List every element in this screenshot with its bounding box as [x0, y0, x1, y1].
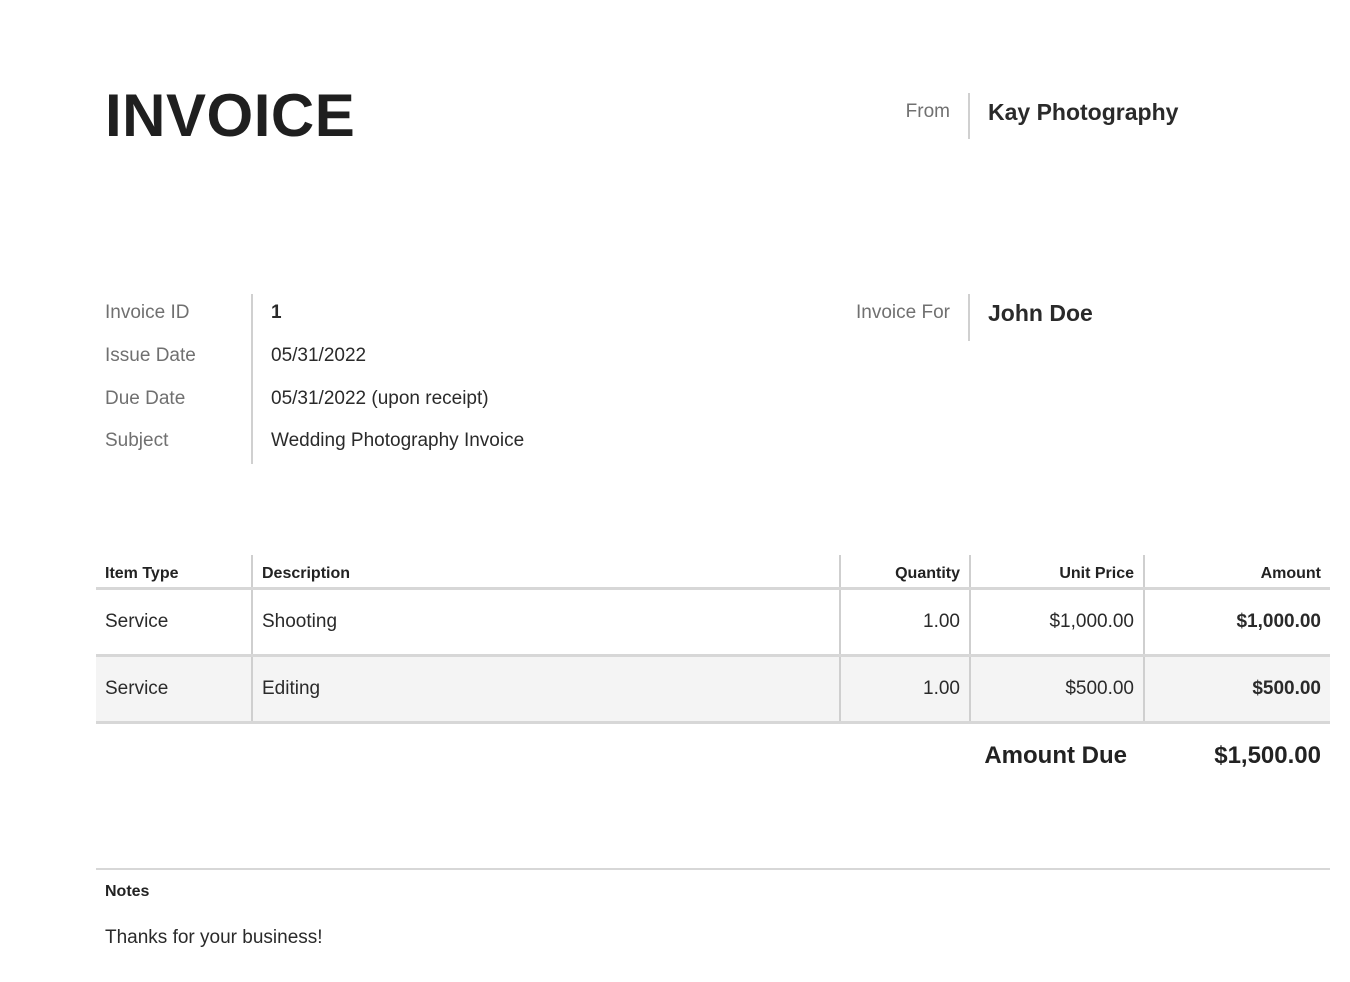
table-row: Service Editing 1.00 $500.00 $500.00: [96, 655, 1330, 724]
item-type-cell: Service: [96, 588, 252, 657]
line-items-table: Item Type Description Quantity Unit Pric…: [96, 555, 1330, 724]
from-label: From: [905, 101, 950, 122]
from-divider: [968, 93, 970, 139]
invoice-id-label: Invoice ID: [105, 302, 190, 323]
description-cell: Editing: [251, 655, 840, 724]
table-row: Service Shooting 1.00 $1,000.00 $1,000.0…: [96, 588, 1330, 657]
column-header-amount: Amount: [1143, 555, 1330, 590]
amount-cell: $1,000.00: [1143, 588, 1330, 657]
table-header-row: Item Type Description Quantity Unit Pric…: [96, 555, 1330, 590]
invoice-title: INVOICE: [105, 82, 356, 149]
column-header-description: Description: [251, 555, 840, 590]
subject-value: Wedding Photography Invoice: [271, 430, 525, 451]
unit-price-cell: $500.00: [969, 655, 1144, 724]
column-header-unit-price: Unit Price: [969, 555, 1144, 590]
notes-label: Notes: [105, 883, 150, 900]
invoice-id-value: 1: [271, 302, 282, 323]
invoice-for-divider: [968, 294, 970, 341]
column-header-quantity: Quantity: [839, 555, 970, 590]
due-date-label: Due Date: [105, 388, 186, 409]
quantity-cell: 1.00: [839, 655, 970, 724]
invoice-for-name: John Doe: [988, 300, 1093, 326]
amount-cell: $500.00: [1143, 655, 1330, 724]
notes-text: Thanks for your business!: [105, 927, 323, 948]
issue-date-value: 05/31/2022: [271, 345, 367, 366]
column-header-item-type: Item Type: [96, 555, 252, 590]
issue-date-label: Issue Date: [105, 345, 196, 366]
item-type-cell: Service: [96, 655, 252, 724]
unit-price-cell: $1,000.00: [969, 588, 1144, 657]
from-name: Kay Photography: [988, 99, 1179, 125]
amount-due-value: $1,500.00: [1214, 742, 1321, 769]
subject-label: Subject: [105, 430, 169, 451]
notes-divider: [96, 868, 1330, 870]
meta-divider: [251, 294, 253, 464]
invoice-for-label: Invoice For: [856, 302, 950, 323]
due-date-value: 05/31/2022 (upon receipt): [271, 388, 489, 409]
amount-due-label: Amount Due: [984, 742, 1127, 769]
description-cell: Shooting: [251, 588, 840, 657]
quantity-cell: 1.00: [839, 588, 970, 657]
